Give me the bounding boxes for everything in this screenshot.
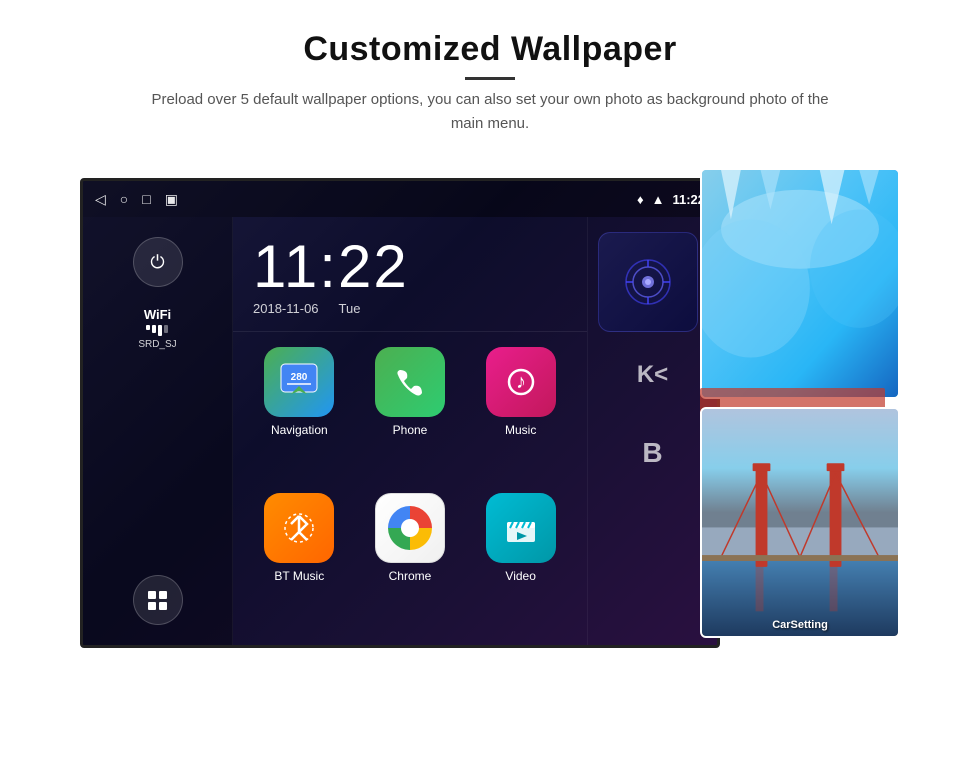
main-content: ⏻ WiFi SRD_SJ	[83, 217, 717, 645]
wallpaper-bridge[interactable]: CarSetting	[700, 407, 900, 638]
ice-wallpaper-svg	[702, 170, 898, 397]
clock-date-value: 2018-11-06	[253, 301, 319, 316]
title-divider	[465, 77, 515, 80]
center-content: 11:22 2018-11-06 Tue	[233, 217, 587, 645]
btmusic-svg	[279, 508, 319, 548]
wifi-bar-1	[146, 325, 150, 330]
app-label-phone: Phone	[393, 423, 428, 437]
app-label-navigation: Navigation	[271, 423, 328, 437]
app-label-music: Music	[505, 423, 536, 437]
app-phone[interactable]: Phone	[359, 347, 462, 485]
app-btmusic[interactable]: BT Music	[248, 493, 351, 631]
antenna-widget[interactable]	[598, 232, 698, 332]
app-icon-navigation: 280	[264, 347, 334, 417]
wifi-widget[interactable]: WiFi SRD_SJ	[138, 307, 176, 350]
wifi-bar-2	[152, 325, 156, 333]
grid-dot-3	[148, 602, 156, 610]
carsetting-label: CarSetting	[772, 619, 828, 631]
wifi-status-icon: ▲	[652, 192, 665, 207]
screenshot-icon[interactable]: ▣	[165, 191, 178, 208]
clock-date: 2018-11-06 Tue	[253, 301, 567, 316]
home-icon[interactable]: ○	[120, 191, 128, 207]
power-icon: ⏻	[150, 252, 164, 273]
clock-time: 11:22	[253, 237, 567, 297]
page-subtitle: Preload over 5 default wallpaper options…	[140, 88, 840, 136]
title-section: Customized Wallpaper Preload over 5 defa…	[140, 30, 840, 136]
wallpaper-thumbnails: CarSetting	[700, 168, 900, 638]
location-icon: ♦	[637, 192, 644, 207]
app-icon-btmusic	[264, 493, 334, 563]
app-chrome[interactable]: Chrome	[359, 493, 462, 631]
chrome-circle	[388, 506, 432, 550]
ki-label: K<	[637, 361, 668, 389]
wifi-bar-3	[158, 325, 162, 336]
navigation-svg: 280	[279, 362, 319, 402]
status-bar: ◁ ○ □ ▣ ♦ ▲ 11:22	[83, 181, 717, 217]
app-label-btmusic: BT Music	[274, 569, 324, 583]
left-sidebar: ⏻ WiFi SRD_SJ	[83, 217, 233, 645]
app-navigation[interactable]: 280 Navigation	[248, 347, 351, 485]
wifi-bar-4	[164, 325, 168, 333]
back-icon[interactable]: ◁	[95, 191, 106, 208]
wifi-bars	[138, 325, 176, 336]
clock-day: Tue	[339, 301, 361, 316]
apps-button[interactable]	[133, 575, 183, 625]
svg-text:280: 280	[291, 372, 308, 383]
music-svg: ♪	[501, 362, 541, 402]
bridge-wallpaper-svg	[702, 409, 898, 636]
antenna-svg	[621, 255, 676, 310]
app-icon-video	[486, 493, 556, 563]
b-label: B	[642, 437, 662, 469]
video-svg	[501, 508, 541, 548]
b-widget[interactable]: B	[598, 418, 707, 488]
power-button[interactable]: ⏻	[133, 237, 183, 287]
wifi-ssid: SRD_SJ	[138, 339, 176, 350]
wallpaper-ice[interactable]	[700, 168, 900, 399]
status-left: ◁ ○ □ ▣	[95, 191, 178, 208]
wifi-label: WiFi	[138, 307, 176, 322]
app-music[interactable]: ♪ Music	[469, 347, 572, 485]
app-icon-phone	[375, 347, 445, 417]
ki-widget[interactable]: K<	[598, 340, 707, 410]
app-video[interactable]: Video	[469, 493, 572, 631]
app-label-chrome: Chrome	[389, 569, 432, 583]
device-container: ◁ ○ □ ▣ ♦ ▲ 11:22 ⏻	[80, 168, 900, 658]
status-right: ♦ ▲ 11:22	[637, 192, 705, 207]
phone-svg	[390, 362, 430, 402]
grid-dot-1	[148, 591, 156, 599]
svg-text:♪: ♪	[516, 371, 526, 393]
app-label-video: Video	[505, 569, 535, 583]
android-screen: ◁ ○ □ ▣ ♦ ▲ 11:22 ⏻	[80, 178, 720, 648]
page-title: Customized Wallpaper	[140, 30, 840, 69]
right-quick-panel: K< B	[587, 217, 717, 645]
grid-dot-2	[159, 591, 167, 599]
app-icon-chrome	[375, 493, 445, 563]
recent-icon[interactable]: □	[142, 191, 150, 207]
clock-widget: 11:22 2018-11-06 Tue	[233, 217, 587, 332]
apps-grid-icon	[148, 591, 167, 610]
app-icon-music: ♪	[486, 347, 556, 417]
apps-grid: 280 Navigation	[233, 332, 587, 645]
grid-dot-4	[159, 602, 167, 610]
page-container: Customized Wallpaper Preload over 5 defa…	[0, 0, 980, 758]
